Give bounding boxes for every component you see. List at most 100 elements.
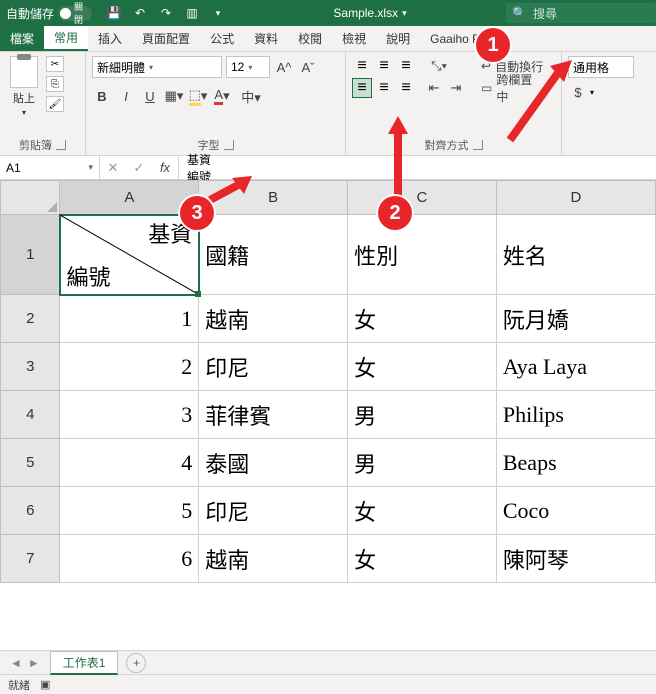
fill-handle[interactable] (195, 291, 201, 297)
touch-mode-icon[interactable]: ▥ (184, 5, 200, 21)
cell[interactable]: 越南 (199, 535, 348, 583)
cell[interactable]: 越南 (199, 295, 348, 343)
tab-home[interactable]: 常用 (44, 26, 88, 51)
select-all-corner[interactable] (1, 181, 60, 215)
status-bar: 就緒 ▣ (0, 674, 656, 694)
align-middle-right-button[interactable]: ≡ (396, 78, 416, 98)
column-header[interactable]: A (60, 181, 199, 215)
phonetic-button[interactable]: 中▾ (236, 86, 266, 106)
qat-more-icon[interactable]: ▾ (210, 5, 226, 21)
cell[interactable]: 陳阿琴 (496, 535, 655, 583)
formula-bar: A1▾ ✕ ✓ fx 基資 編號 (0, 156, 656, 180)
cell[interactable]: Aya Laya (496, 343, 655, 391)
tab-file[interactable]: 檔案 (0, 26, 44, 51)
cell[interactable]: 性別 (348, 215, 497, 295)
border-button[interactable]: ▦▾ (164, 86, 184, 106)
align-top-center-button[interactable]: ≡ (374, 56, 394, 76)
underline-button[interactable]: U (140, 86, 160, 106)
save-icon[interactable]: 💾 (106, 5, 122, 21)
dialog-launcher-icon[interactable] (56, 140, 66, 150)
align-middle-center-button[interactable]: ≡ (374, 78, 394, 98)
cell[interactable]: 姓名 (496, 215, 655, 295)
tab-help[interactable]: 說明 (376, 26, 420, 51)
dialog-launcher-icon[interactable] (224, 140, 234, 150)
row-header[interactable]: 7 (1, 535, 60, 583)
cell[interactable]: 3 (60, 391, 199, 439)
redo-icon[interactable]: ↷ (158, 5, 174, 21)
font-name-combo[interactable]: 新細明體▾ (92, 56, 222, 78)
row-header[interactable]: 6 (1, 487, 60, 535)
insert-function-button[interactable]: fx (152, 156, 178, 179)
bold-button[interactable]: B (92, 86, 112, 106)
column-header[interactable]: D (496, 181, 655, 215)
cell[interactable]: 4 (60, 439, 199, 487)
align-top-left-button[interactable]: ≡ (352, 56, 372, 76)
tab-review[interactable]: 校閱 (288, 26, 332, 51)
cell-a1[interactable]: 基資 編號 (60, 215, 199, 295)
orientation-button[interactable]: ⤡▾ (424, 56, 454, 76)
increase-font-button[interactable]: A^ (274, 57, 294, 77)
chevron-down-icon: ▾ (22, 108, 26, 117)
macro-record-icon[interactable]: ▣ (40, 678, 50, 691)
cell[interactable]: 印尼 (199, 487, 348, 535)
row-header[interactable]: 1 (1, 215, 60, 295)
cell[interactable]: Beaps (496, 439, 655, 487)
cell[interactable]: 泰國 (199, 439, 348, 487)
decrease-font-button[interactable]: Aˇ (298, 57, 318, 77)
row-header[interactable]: 3 (1, 343, 60, 391)
cell[interactable]: 國籍 (199, 215, 348, 295)
tab-layout[interactable]: 頁面配置 (132, 26, 200, 51)
cell[interactable]: 6 (60, 535, 199, 583)
cancel-edit-button[interactable]: ✕ (100, 156, 126, 179)
cell[interactable]: 菲律賓 (199, 391, 348, 439)
window-title: Sample.xlsx▾ (234, 6, 506, 20)
sheet-tab-bar: ◄ ► 工作表1 + (0, 650, 656, 674)
tab-data[interactable]: 資料 (244, 26, 288, 51)
cell[interactable]: 5 (60, 487, 199, 535)
row-header[interactable]: 4 (1, 391, 60, 439)
cell[interactable]: 印尼 (199, 343, 348, 391)
cell[interactable]: 男 (348, 439, 497, 487)
add-sheet-button[interactable]: + (126, 653, 146, 673)
align-top-right-button[interactable]: ≡ (396, 56, 416, 76)
cell[interactable]: Coco (496, 487, 655, 535)
tab-formulas[interactable]: 公式 (200, 26, 244, 51)
cell[interactable]: 女 (348, 295, 497, 343)
sheet-tab[interactable]: 工作表1 (50, 651, 119, 675)
worksheet-grid[interactable]: A B C D 1 基資 編號 國籍 性別 姓名 21越南女阮月嬌 32印尼女A… (0, 180, 656, 650)
callout-1: 1 (476, 28, 510, 62)
cell[interactable]: 1 (60, 295, 199, 343)
cell[interactable]: 女 (348, 535, 497, 583)
row-header[interactable]: 2 (1, 295, 60, 343)
undo-icon[interactable]: ↶ (132, 5, 148, 21)
cell[interactable]: 女 (348, 487, 497, 535)
dialog-launcher-icon[interactable] (473, 140, 483, 150)
paste-button[interactable]: 貼上 ▾ (6, 56, 42, 117)
cell[interactable]: 男 (348, 391, 497, 439)
cell[interactable]: 2 (60, 343, 199, 391)
copy-button[interactable]: ⎘ (46, 76, 64, 92)
cut-button[interactable]: ✂ (46, 56, 64, 72)
cell[interactable]: Philips (496, 391, 655, 439)
confirm-edit-button[interactable]: ✓ (126, 156, 152, 179)
title-bar: 自動儲存 關閉 💾 ↶ ↷ ▥ ▾ Sample.xlsx▾ 🔍 搜尋 (0, 0, 656, 26)
increase-indent-button[interactable]: ⇥ (446, 78, 466, 98)
align-middle-left-button[interactable]: ≡ (352, 78, 372, 98)
sheet-prev-icon[interactable]: ◄ (10, 656, 22, 670)
font-color-button[interactable]: A▾ (212, 86, 232, 106)
autosave-toggle[interactable]: 自動儲存 關閉 (0, 5, 98, 22)
italic-button[interactable]: I (116, 86, 136, 106)
sheet-next-icon[interactable]: ► (28, 656, 40, 670)
row-header[interactable]: 5 (1, 439, 60, 487)
tab-insert[interactable]: 插入 (88, 26, 132, 51)
format-painter-button[interactable]: 🖌 (46, 96, 64, 112)
cell[interactable]: 阮月嬌 (496, 295, 655, 343)
fill-color-button[interactable]: ⬚▾ (188, 86, 208, 106)
font-size-combo[interactable]: 12▾ (226, 56, 270, 78)
column-header[interactable]: C (348, 181, 497, 215)
name-box[interactable]: A1▾ (0, 156, 100, 179)
tab-view[interactable]: 檢視 (332, 26, 376, 51)
search-input[interactable]: 🔍 搜尋 (506, 3, 656, 23)
cell[interactable]: 女 (348, 343, 497, 391)
decrease-indent-button[interactable]: ⇤ (424, 78, 444, 98)
